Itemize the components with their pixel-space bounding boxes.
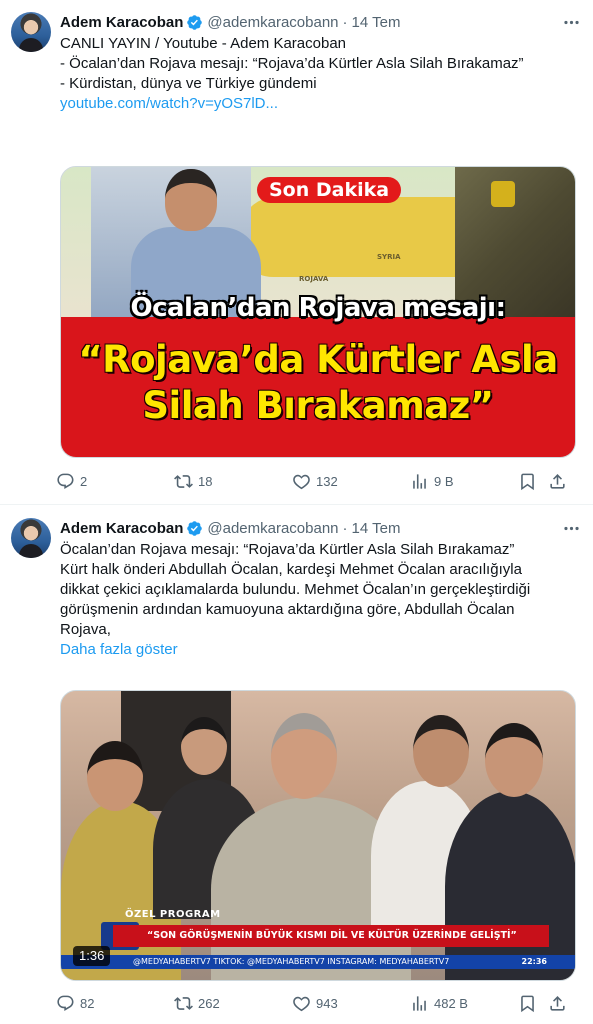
tweet-text-line: dikkat çekici açıklamalarda bulundu. Meh… — [60, 581, 531, 598]
tweet-text: CANLI YAYIN / Youtube - Adem Karacoban -… — [60, 34, 579, 114]
timestamp[interactable]: 14 Tem — [352, 14, 401, 31]
tweet-text-line: - Öcalan’dan Rojava mesajı: “Rojava’da K… — [60, 55, 524, 72]
share-icon — [550, 473, 565, 489]
bookmark-button[interactable] — [518, 988, 537, 1018]
retweet-icon — [174, 996, 193, 1010]
bookmark-icon — [521, 473, 534, 490]
separator-dot: · — [342, 13, 348, 31]
reply-button[interactable]: 2 — [56, 466, 87, 496]
tweet[interactable]: Adem Karacoban @ademkaracobann · 14 Tem … — [0, 506, 593, 1024]
person-head — [181, 717, 227, 775]
views-icon — [413, 995, 426, 1011]
separator-dot: · — [342, 519, 348, 537]
views-count: 9 B — [434, 473, 454, 489]
news-ticker: “SON GÖRÜŞMENİN BÜYÜK KISMI DİL VE KÜLTÜ… — [113, 925, 549, 947]
person-figure — [445, 791, 575, 980]
map-label: ROJAVA — [299, 275, 329, 283]
retweet-count: 262 — [198, 995, 220, 1011]
action-bar: 82 262 943 482 B — [52, 988, 583, 1018]
verified-icon — [187, 520, 203, 536]
quote-line: “Rojava’da Kürtler Asla — [78, 338, 558, 381]
tweet-text-line: görüşmenin ardından kamuoyuna aktardığın… — [60, 601, 515, 618]
tweet-text-line: Kürt halk önderi Abdullah Öcalan, kardeş… — [60, 561, 522, 578]
tweet[interactable]: Adem Karacoban @ademkaracobann · 14 Tem … — [0, 0, 593, 505]
reply-count: 82 — [80, 995, 95, 1011]
tweet-text-line: CANLI YAYIN / Youtube - Adem Karacoban — [60, 35, 347, 52]
author-name[interactable]: Adem Karacoban — [60, 520, 183, 537]
tweet-text-line: - Kürdistan, dünya ve Türkiye gündemi — [60, 75, 317, 92]
tweet-text-line: Öcalan’dan Rojava mesajı: “Rojava’da Kür… — [60, 541, 515, 558]
bookmark-button[interactable] — [518, 466, 537, 496]
avatar[interactable] — [11, 518, 51, 558]
views-icon — [413, 473, 426, 489]
like-count: 943 — [316, 995, 338, 1011]
broadcast-clock: 22:36 — [521, 957, 547, 966]
timestamp[interactable]: 14 Tem — [352, 520, 401, 537]
avatar[interactable] — [11, 12, 51, 52]
author-name[interactable]: Adem Karacoban — [60, 14, 183, 31]
tweet-text: Öcalan’dan Rojava mesajı: “Rojava’da Kür… — [60, 540, 579, 660]
breaking-badge: Son Dakika — [257, 177, 402, 203]
social-bar: @MEDYAHABERTV7 TIKTOK: @MEDYAHABERTV7 IN… — [61, 955, 575, 969]
more-icon — [563, 20, 579, 24]
author-handle[interactable]: @ademkaracobann — [207, 520, 338, 537]
tweet-header: Adem Karacoban @ademkaracobann · 14 Tem — [60, 518, 581, 538]
tweet-image[interactable]: SYRIA ROJAVA Son Dakika Öcalan’dan Rojav… — [60, 166, 576, 458]
program-label: ÖZEL PROGRAM — [125, 909, 221, 920]
retweet-button[interactable]: 18 — [174, 466, 212, 496]
more-button[interactable] — [559, 516, 583, 540]
share-button[interactable] — [548, 988, 567, 1018]
person-head — [87, 741, 143, 811]
bookmark-icon — [521, 995, 534, 1012]
share-icon — [550, 995, 565, 1011]
views-count: 482 B — [434, 995, 468, 1011]
share-button[interactable] — [548, 466, 567, 496]
reply-icon — [57, 995, 74, 1011]
like-icon — [293, 474, 310, 489]
like-count: 132 — [316, 473, 338, 489]
like-button[interactable]: 132 — [292, 466, 338, 496]
person-head — [271, 713, 337, 799]
more-button[interactable] — [559, 10, 583, 34]
tweet-link[interactable]: youtube.com/watch?v=yOS7lD... — [60, 95, 278, 112]
tweet-video[interactable]: ÖZEL PROGRAM “SON GÖRÜŞMENİN BÜYÜK KISMI… — [60, 690, 576, 981]
person-head — [413, 715, 469, 787]
show-more-link[interactable]: Daha fazla göster — [60, 641, 178, 658]
views-button[interactable]: 9 B — [410, 466, 454, 496]
action-bar: 2 18 132 9 B — [52, 466, 583, 496]
person-head — [485, 723, 543, 797]
retweet-button[interactable]: 262 — [174, 988, 220, 1018]
image-subtitle: Öcalan’dan Rojava mesajı: — [130, 293, 506, 323]
video-duration: 1:36 — [73, 946, 111, 966]
quote-line: Silah Bırakamaz” — [142, 384, 494, 427]
reply-count: 2 — [80, 473, 88, 489]
like-icon — [293, 996, 310, 1011]
map-label: SYRIA — [377, 253, 401, 261]
author-handle[interactable]: @ademkaracobann — [207, 14, 338, 31]
reply-icon — [57, 473, 74, 489]
views-button[interactable]: 482 B — [410, 988, 468, 1018]
tweet-header: Adem Karacoban @ademkaracobann · 14 Tem — [60, 12, 581, 32]
reply-button[interactable]: 82 — [56, 988, 94, 1018]
like-button[interactable]: 943 — [292, 988, 338, 1018]
image-quote: “Rojava’da Kürtler Asla Silah Bırakamaz” — [61, 337, 575, 429]
more-icon — [563, 526, 579, 530]
tweet-text-line: Rojava, — [60, 621, 111, 638]
verified-icon — [187, 14, 203, 30]
retweet-icon — [174, 474, 193, 488]
retweet-count: 18 — [198, 473, 213, 489]
